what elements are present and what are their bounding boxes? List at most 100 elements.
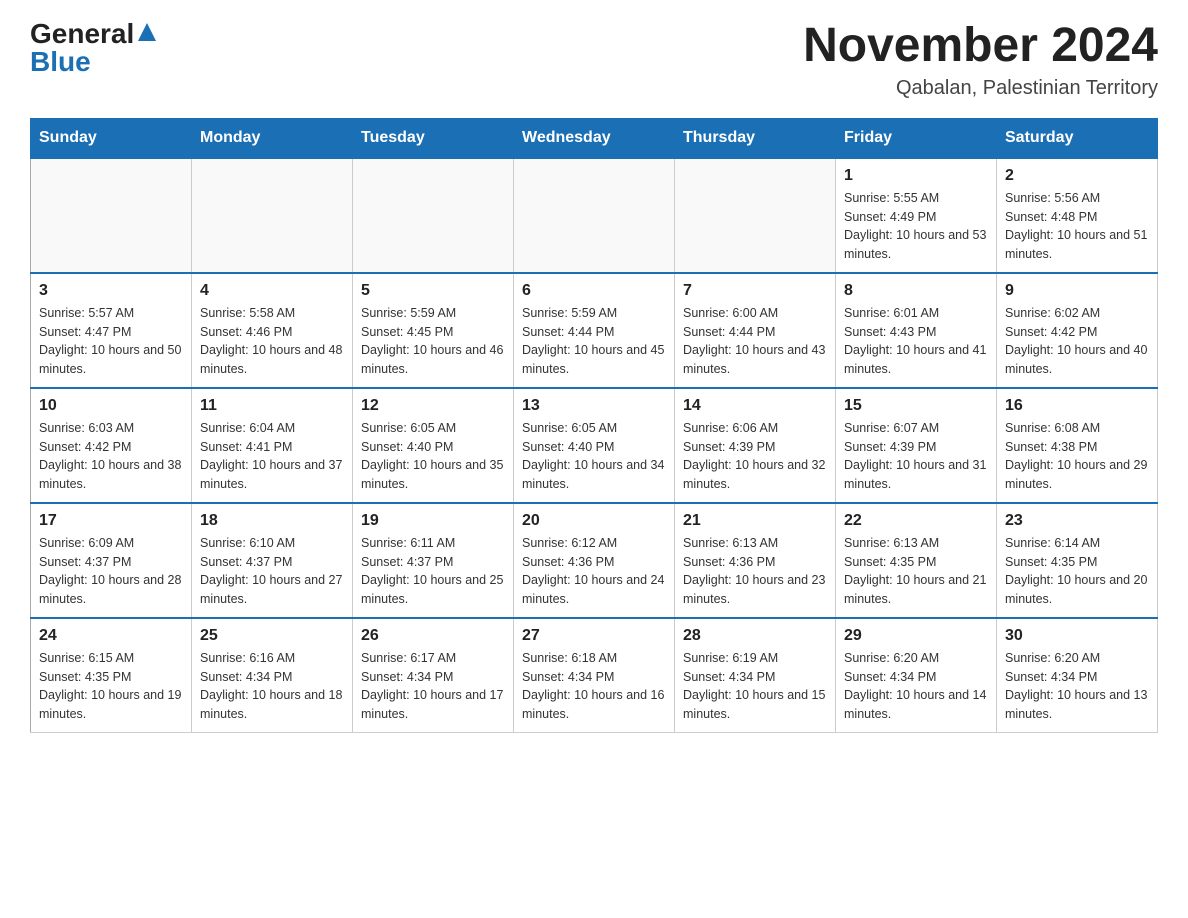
calendar-cell: 22 Sunrise: 6:13 AMSunset: 4:35 PMDayligh… [836, 503, 997, 618]
day-number: 12 [361, 397, 505, 415]
calendar-cell [675, 158, 836, 273]
col-wednesday: Wednesday [514, 118, 675, 158]
calendar-cell: 28Sunrise: 6:19 AMSunset: 4:34 PMDayligh… [675, 618, 836, 733]
col-tuesday: Tuesday [353, 118, 514, 158]
day-number: 28 [683, 627, 827, 645]
calendar-location: Qabalan, Palestinian Territory [803, 77, 1158, 100]
calendar-cell: 29 Sunrise: 6:20 AMSunset: 4:34 PMDayligh… [836, 618, 997, 733]
calendar-cell: 14Sunrise: 6:06 AMSunset: 4:39 PMDayligh… [675, 388, 836, 503]
sun-info: Sunrise: 6:18 AMSunset: 4:34 PMDaylight:… [522, 649, 666, 724]
calendar-cell: 11Sunrise: 6:04 AMSunset: 4:41 PMDayligh… [192, 388, 353, 503]
calendar-month-year: November 2024 [803, 20, 1158, 73]
day-number: 27 [522, 627, 666, 645]
day-number: 13 [522, 397, 666, 415]
day-number: 1 [844, 167, 988, 185]
sun-info: Sunrise: 6:17 AMSunset: 4:34 PMDaylight:… [361, 649, 505, 724]
day-number: 30 [1005, 627, 1149, 645]
day-number: 10 [39, 397, 183, 415]
sun-info: Sunrise: 6:02 AMSunset: 4:42 PMDaylight:… [1005, 304, 1149, 379]
day-number: 18 [200, 512, 344, 530]
calendar-cell: 15 Sunrise: 6:07 AMSunset: 4:39 PMDayligh… [836, 388, 997, 503]
day-number: 2 [1005, 167, 1149, 185]
sun-info: Sunrise: 6:08 AMSunset: 4:38 PMDaylight:… [1005, 419, 1149, 494]
sun-info: Sunrise: 6:04 AMSunset: 4:41 PMDaylight:… [200, 419, 344, 494]
calendar-cell: 19 Sunrise: 6:11 AMSunset: 4:37 PMDayligh… [353, 503, 514, 618]
sun-info: Sunrise: 6:05 AMSunset: 4:40 PMDaylight:… [522, 419, 666, 494]
col-saturday: Saturday [997, 118, 1158, 158]
day-number: 19 [361, 512, 505, 530]
day-number: 22 [844, 512, 988, 530]
calendar-cell: 5Sunrise: 5:59 AMSunset: 4:45 PMDaylight… [353, 273, 514, 388]
calendar-cell [353, 158, 514, 273]
calendar-cell: 21Sunrise: 6:13 AMSunset: 4:36 PMDayligh… [675, 503, 836, 618]
calendar-title-block: November 2024 Qabalan, Palestinian Terri… [803, 20, 1158, 100]
calendar-cell: 9 Sunrise: 6:02 AMSunset: 4:42 PMDaylight… [997, 273, 1158, 388]
sun-info: Sunrise: 6:16 AMSunset: 4:34 PMDaylight:… [200, 649, 344, 724]
calendar-cell: 8 Sunrise: 6:01 AMSunset: 4:43 PMDaylight… [836, 273, 997, 388]
logo: General Blue [30, 20, 158, 76]
calendar-cell: 23 Sunrise: 6:14 AMSunset: 4:35 PMDayligh… [997, 503, 1158, 618]
calendar-cell: 4Sunrise: 5:58 AMSunset: 4:46 PMDaylight… [192, 273, 353, 388]
days-of-week-row: Sunday Monday Tuesday Wednesday Thursday… [31, 118, 1158, 158]
sun-info: Sunrise: 6:03 AMSunset: 4:42 PMDaylight:… [39, 419, 183, 494]
calendar-cell: 25 Sunrise: 6:16 AMSunset: 4:34 PMDayligh… [192, 618, 353, 733]
sun-info: Sunrise: 6:12 AMSunset: 4:36 PMDaylight:… [522, 534, 666, 609]
day-number: 15 [844, 397, 988, 415]
day-number: 8 [844, 282, 988, 300]
col-friday: Friday [836, 118, 997, 158]
sun-info: Sunrise: 6:10 AMSunset: 4:37 PMDaylight:… [200, 534, 344, 609]
calendar-cell: 16 Sunrise: 6:08 AMSunset: 4:38 PMDayligh… [997, 388, 1158, 503]
calendar-cell: 17 Sunrise: 6:09 AMSunset: 4:37 PMDayligh… [31, 503, 192, 618]
day-number: 23 [1005, 512, 1149, 530]
calendar-cell: 20 Sunrise: 6:12 AMSunset: 4:36 PMDayligh… [514, 503, 675, 618]
day-number: 25 [200, 627, 344, 645]
calendar-cell: 1 Sunrise: 5:55 AMSunset: 4:49 PMDaylight… [836, 158, 997, 273]
calendar-cell: 27 Sunrise: 6:18 AMSunset: 4:34 PMDayligh… [514, 618, 675, 733]
sun-info: Sunrise: 6:14 AMSunset: 4:35 PMDaylight:… [1005, 534, 1149, 609]
sun-info: Sunrise: 6:05 AMSunset: 4:40 PMDaylight:… [361, 419, 505, 494]
sun-info: Sunrise: 6:00 AMSunset: 4:44 PMDaylight:… [683, 304, 827, 379]
logo-triangle-icon [136, 21, 158, 43]
sun-info: Sunrise: 6:20 AMSunset: 4:34 PMDaylight:… [844, 649, 988, 724]
calendar-cell: 24 Sunrise: 6:15 AMSunset: 4:35 PMDayligh… [31, 618, 192, 733]
sun-info: Sunrise: 6:13 AMSunset: 4:35 PMDaylight:… [844, 534, 988, 609]
day-number: 4 [200, 282, 344, 300]
calendar-cell [514, 158, 675, 273]
calendar-week-row: 24 Sunrise: 6:15 AMSunset: 4:35 PMDayligh… [31, 618, 1158, 733]
calendar-week-row: 10 Sunrise: 6:03 AMSunset: 4:42 PMDayligh… [31, 388, 1158, 503]
sun-info: Sunrise: 6:09 AMSunset: 4:37 PMDaylight:… [39, 534, 183, 609]
day-number: 7 [683, 282, 827, 300]
sun-info: Sunrise: 6:01 AMSunset: 4:43 PMDaylight:… [844, 304, 988, 379]
sun-info: Sunrise: 5:55 AMSunset: 4:49 PMDaylight:… [844, 189, 988, 264]
calendar-cell [31, 158, 192, 273]
page-header: General Blue November 2024 Qabalan, Pale… [30, 20, 1158, 100]
sun-info: Sunrise: 5:57 AMSunset: 4:47 PMDaylight:… [39, 304, 183, 379]
sun-info: Sunrise: 6:15 AMSunset: 4:35 PMDaylight:… [39, 649, 183, 724]
calendar-header: Sunday Monday Tuesday Wednesday Thursday… [31, 118, 1158, 158]
logo-general-text: General [30, 20, 134, 48]
calendar-cell: 13 Sunrise: 6:05 AMSunset: 4:40 PMDayligh… [514, 388, 675, 503]
day-number: 29 [844, 627, 988, 645]
sun-info: Sunrise: 6:13 AMSunset: 4:36 PMDaylight:… [683, 534, 827, 609]
calendar-cell: 3 Sunrise: 5:57 AMSunset: 4:47 PMDaylight… [31, 273, 192, 388]
calendar-cell: 18 Sunrise: 6:10 AMSunset: 4:37 PMDayligh… [192, 503, 353, 618]
calendar-cell: 26 Sunrise: 6:17 AMSunset: 4:34 PMDayligh… [353, 618, 514, 733]
calendar-cell: 10 Sunrise: 6:03 AMSunset: 4:42 PMDayligh… [31, 388, 192, 503]
day-number: 26 [361, 627, 505, 645]
day-number: 24 [39, 627, 183, 645]
calendar-week-row: 17 Sunrise: 6:09 AMSunset: 4:37 PMDayligh… [31, 503, 1158, 618]
sun-info: Sunrise: 6:11 AMSunset: 4:37 PMDaylight:… [361, 534, 505, 609]
day-number: 9 [1005, 282, 1149, 300]
day-number: 20 [522, 512, 666, 530]
sun-info: Sunrise: 6:07 AMSunset: 4:39 PMDaylight:… [844, 419, 988, 494]
calendar-cell: 12 Sunrise: 6:05 AMSunset: 4:40 PMDayligh… [353, 388, 514, 503]
day-number: 17 [39, 512, 183, 530]
day-number: 3 [39, 282, 183, 300]
day-number: 16 [1005, 397, 1149, 415]
calendar-cell: 2Sunrise: 5:56 AMSunset: 4:48 PMDaylight… [997, 158, 1158, 273]
sun-info: Sunrise: 5:59 AMSunset: 4:44 PMDaylight:… [522, 304, 666, 379]
calendar-cell: 7 Sunrise: 6:00 AMSunset: 4:44 PMDaylight… [675, 273, 836, 388]
day-number: 6 [522, 282, 666, 300]
col-monday: Monday [192, 118, 353, 158]
calendar-week-row: 3 Sunrise: 5:57 AMSunset: 4:47 PMDaylight… [31, 273, 1158, 388]
